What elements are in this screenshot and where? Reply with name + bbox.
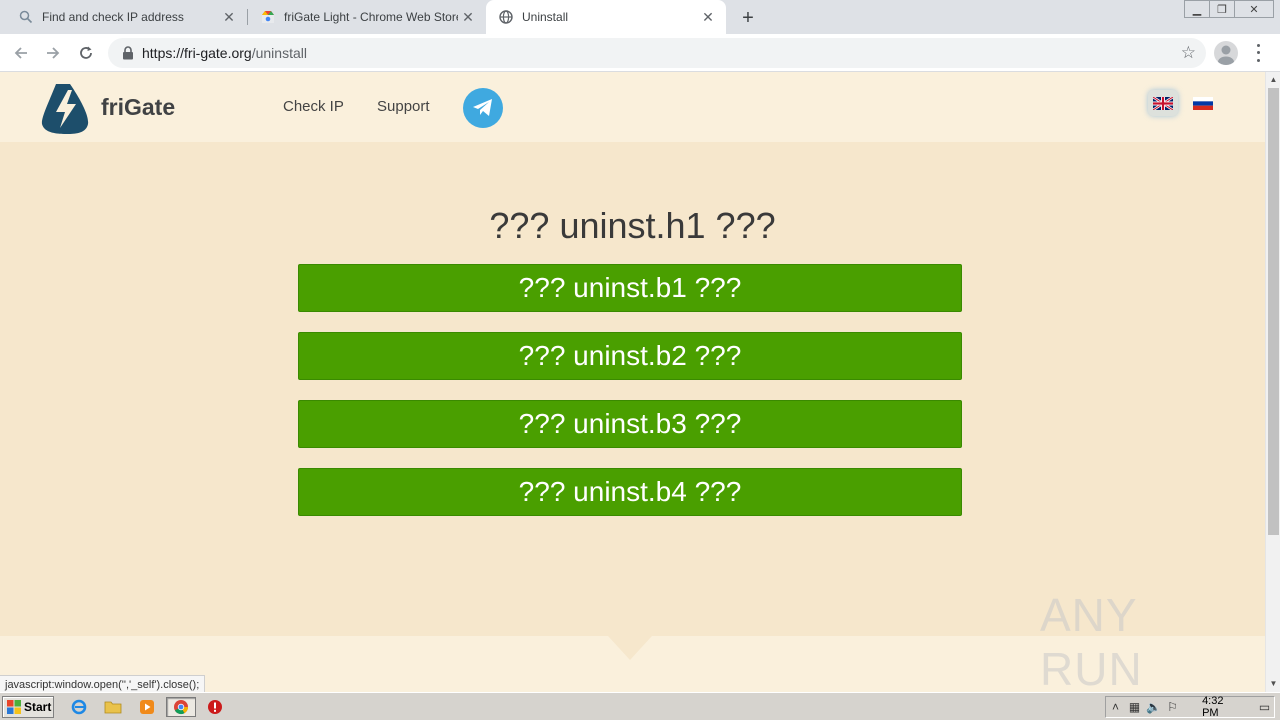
new-tab-button[interactable]: + [736, 6, 760, 30]
anyrun-watermark: ANY RUN [1040, 589, 1143, 692]
start-button[interactable]: Start [2, 696, 54, 718]
status-bubble: javascript:window.open('','_self').close… [0, 675, 206, 692]
webstore-icon [260, 9, 276, 25]
arrow-left-icon [14, 47, 27, 59]
frigate-logo-icon[interactable] [40, 82, 92, 134]
tab-uninstall[interactable]: Uninstall ✕ [486, 0, 726, 34]
flag-ru-icon[interactable] [1193, 97, 1213, 110]
media-player-icon[interactable] [136, 697, 158, 717]
uninstall-option-button-4[interactable]: ??? uninst.b4 ??? [298, 468, 962, 516]
scroll-up-icon[interactable]: ▲ [1266, 72, 1280, 86]
reload-button[interactable] [73, 40, 99, 66]
taskbar-clock[interactable]: 4:32 PM [1202, 695, 1241, 719]
url-text: https://fri-gate.org/uninstall [142, 45, 307, 61]
tab-title: Uninstall [522, 10, 569, 24]
tab-strip: Find and check IP address ✕ friGate Ligh… [0, 0, 1280, 34]
lock-icon[interactable] [120, 45, 136, 61]
uninstall-option-button-3[interactable]: ??? uninst.b3 ??? [298, 400, 962, 448]
tab-find-ip[interactable]: Find and check IP address ✕ [0, 0, 247, 34]
brand-name[interactable]: friGate [101, 94, 175, 121]
uninstall-option-button-2[interactable]: ??? uninst.b2 ??? [298, 332, 962, 380]
network-icon[interactable]: ▦ [1125, 700, 1144, 714]
ie-icon[interactable] [68, 697, 90, 717]
restore-button[interactable]: ❐ [1209, 0, 1235, 18]
telegram-button[interactable] [463, 88, 503, 128]
vertical-scrollbar[interactable]: ▲ ▼ [1265, 72, 1280, 692]
site-header: friGate Check IP Support [0, 72, 1265, 142]
windows-logo-icon [7, 700, 21, 714]
menu-kebab-icon[interactable] [1250, 42, 1266, 64]
page-viewport: friGate Check IP Support ??? uninst.h1 ?… [0, 72, 1280, 692]
taskbar: Start ˄ ▦ 🔈 ⚐ 4:32 PM ▭ [0, 692, 1280, 720]
volume-icon[interactable]: 🔈 [1144, 700, 1163, 714]
browser-toolbar: https://fri-gate.org/uninstall ☆ [0, 34, 1280, 72]
address-bar[interactable]: https://fri-gate.org/uninstall ☆ [108, 38, 1206, 68]
tab-title: Find and check IP address [42, 10, 184, 24]
close-icon[interactable]: ✕ [698, 7, 718, 27]
url-path: /uninstall [251, 45, 307, 61]
explorer-folder-icon[interactable] [102, 697, 124, 717]
close-icon[interactable]: ✕ [458, 7, 478, 27]
reload-icon [80, 46, 92, 59]
url-host: https://fri-gate.org [142, 45, 252, 61]
flag-en-icon[interactable] [1153, 97, 1173, 110]
user-icon [1218, 45, 1234, 65]
close-icon[interactable]: ✕ [219, 7, 239, 27]
uninstall-option-button-1[interactable]: ??? uninst.b1 ??? [298, 264, 962, 312]
tray-expand-icon[interactable]: ˄ [1106, 700, 1125, 714]
globe-icon [498, 9, 514, 25]
nav-support[interactable]: Support [377, 98, 430, 115]
back-button[interactable] [8, 40, 34, 66]
nav-check-ip[interactable]: Check IP [283, 98, 344, 115]
tab-title: friGate Light - Chrome Web Store [284, 10, 458, 24]
action-center-flag-icon[interactable]: ⚐ [1163, 700, 1182, 714]
minimize-button[interactable]: ▁ [1184, 0, 1210, 18]
chrome-taskbar-icon[interactable] [166, 697, 196, 717]
scroll-thumb[interactable] [1268, 88, 1279, 535]
arrow-right-icon [47, 47, 60, 59]
footer-notch [608, 636, 652, 660]
page-title: ??? uninst.h1 ??? [489, 205, 776, 246]
show-desktop-icon[interactable]: ▭ [1255, 700, 1274, 714]
bookmark-star-icon[interactable]: ☆ [1181, 43, 1196, 63]
close-window-button[interactable]: ✕ [1234, 0, 1274, 18]
stop-sign-icon[interactable] [204, 697, 226, 717]
forward-button[interactable] [40, 40, 66, 66]
profile-avatar[interactable] [1214, 41, 1238, 65]
start-label: Start [24, 700, 52, 714]
tab-webstore[interactable]: friGate Light - Chrome Web Store ✕ [248, 0, 486, 34]
search-icon [18, 9, 34, 25]
scroll-down-icon[interactable]: ▼ [1266, 676, 1280, 690]
system-tray: ˄ ▦ 🔈 ⚐ 4:32 PM ▭ [1105, 695, 1275, 719]
telegram-icon [473, 99, 492, 116]
